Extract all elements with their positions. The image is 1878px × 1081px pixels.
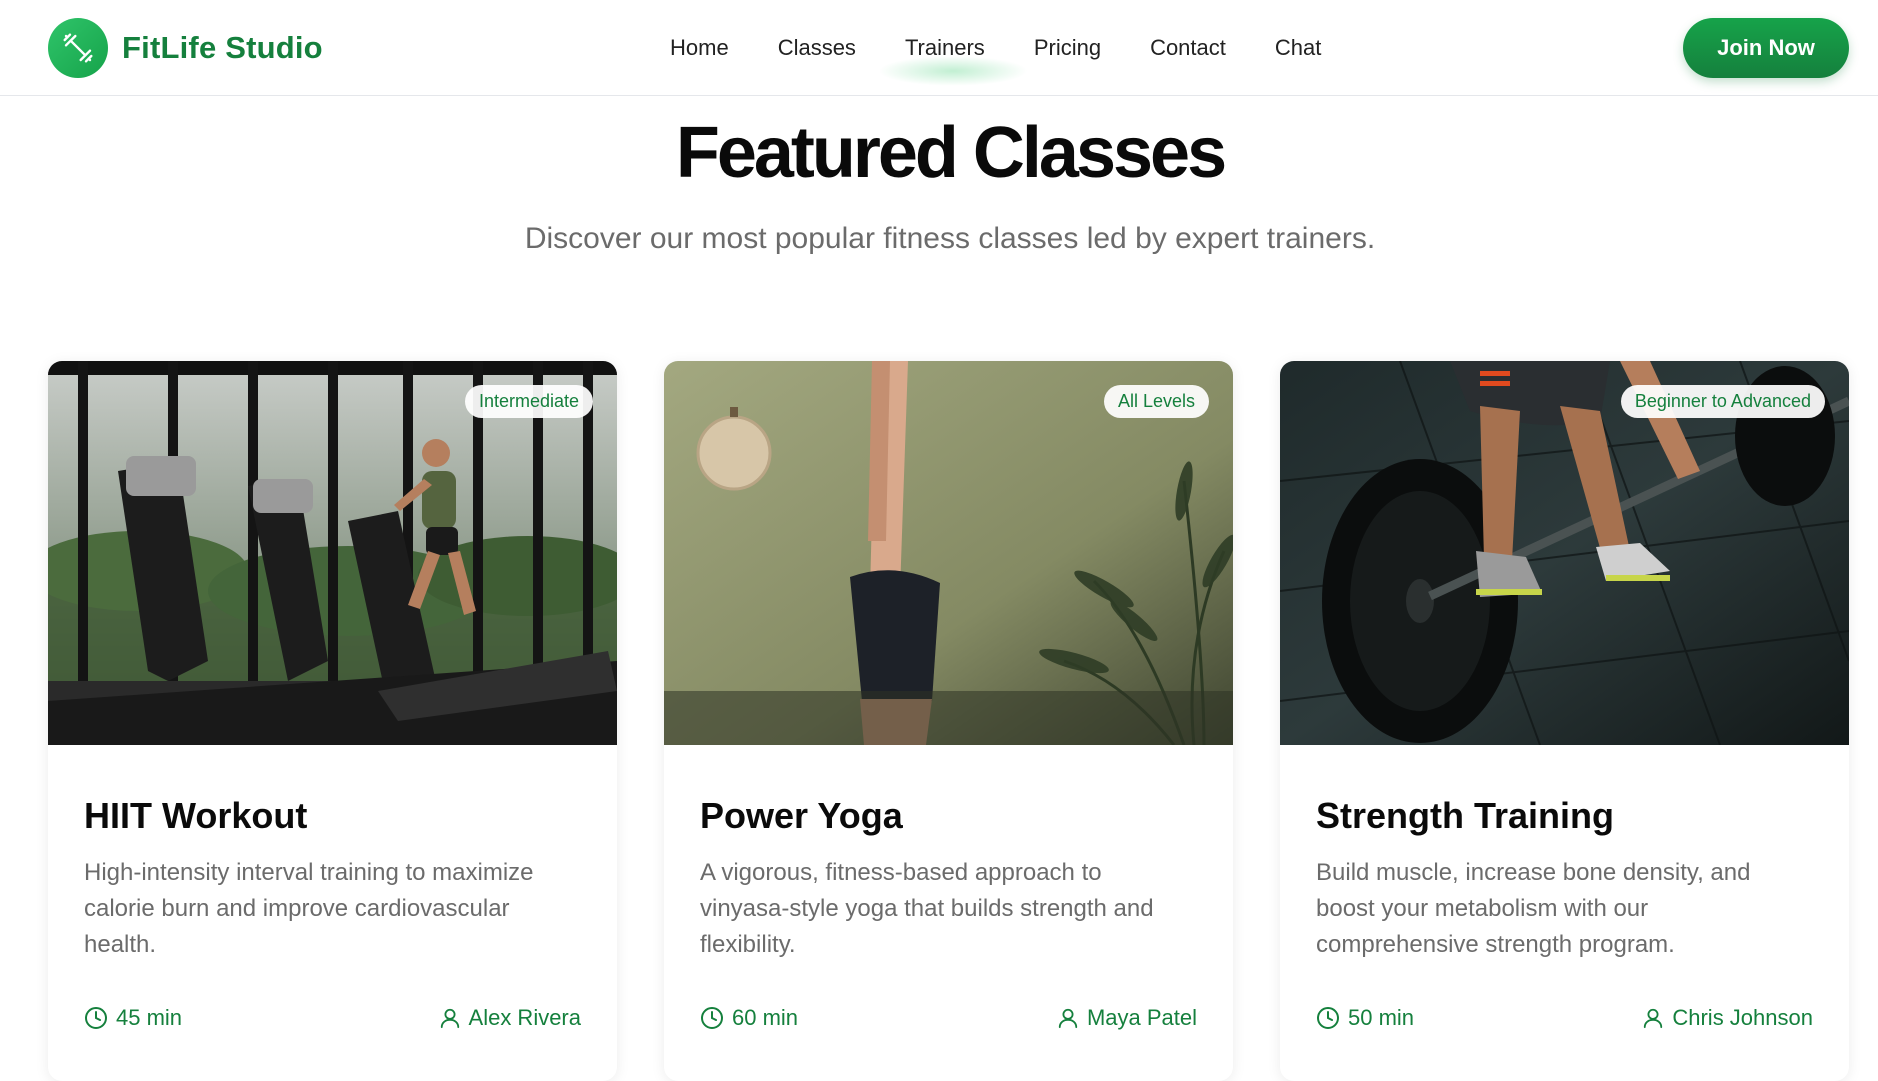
dumbbell-icon	[48, 18, 108, 78]
class-title: Strength Training	[1316, 795, 1615, 836]
level-badge: All Levels	[1103, 385, 1209, 418]
trainer-info: Chris Johnson	[1642, 1005, 1813, 1031]
nav-classes[interactable]: Classes	[778, 35, 856, 61]
class-duration: 50 min	[1348, 1005, 1415, 1030]
class-duration: 45 min	[116, 1005, 183, 1030]
site-header: FitLife Studio Home Classes Trainers Pri…	[0, 0, 1878, 96]
duration-info: 60 min	[700, 1005, 798, 1031]
card-body: Power Yoga A vigorous, fitness-based app…	[700, 745, 1197, 1031]
class-trainer: Alex Rivera	[468, 1005, 581, 1030]
brand-name: FitLife Studio	[122, 30, 323, 65]
nav-pricing[interactable]: Pricing	[1034, 35, 1101, 61]
duration-info: 45 min	[84, 1005, 182, 1031]
user-icon	[440, 1008, 459, 1029]
class-card-hiit[interactable]: Intermediate HIIT Workout High-intensity…	[48, 361, 617, 1081]
nav-trainers[interactable]: Trainers	[905, 35, 985, 61]
main-nav: Home Classes Trainers Pricing Contact Ch…	[670, 30, 1321, 66]
class-trainer: Maya Patel	[1086, 1005, 1197, 1030]
trainer-info: Maya Patel	[1057, 1005, 1197, 1031]
class-title: HIIT Workout	[84, 795, 308, 836]
class-meta: 50 min Chris Johnson	[1316, 1005, 1813, 1031]
class-card-yoga[interactable]: All Levels Power Yoga A vigorous, fitnes…	[664, 361, 1233, 1081]
nav-chat[interactable]: Chat	[1275, 35, 1321, 61]
nav-contact[interactable]: Contact	[1150, 35, 1226, 61]
level-badge: Intermediate	[464, 385, 593, 418]
class-description: Build muscle, increase bone density, and…	[1316, 859, 1751, 958]
headstand-yoga-photo: All Levels	[664, 361, 1233, 745]
card-body: Strength Training Build muscle, increase…	[1316, 745, 1813, 1031]
nav-home[interactable]: Home	[670, 35, 729, 61]
class-duration: 60 min	[732, 1005, 799, 1030]
class-trainer: Chris Johnson	[1672, 1005, 1813, 1030]
clock-icon	[85, 1007, 107, 1029]
class-title: Power Yoga	[700, 795, 903, 836]
section-subtitle: Discover our most popular fitness classe…	[524, 222, 1376, 255]
clock-icon	[701, 1007, 723, 1029]
user-icon	[1644, 1008, 1663, 1029]
class-meta: 60 min Maya Patel	[700, 1005, 1197, 1031]
card-body: HIIT Workout High-intensity interval tra…	[84, 745, 581, 1031]
barbell-deadlift-photo: Beginner to Advanced	[1280, 361, 1849, 745]
class-description: A vigorous, fitness-based approach to vi…	[700, 859, 1154, 958]
join-now-button[interactable]: Join Now	[1683, 18, 1849, 78]
user-icon	[1058, 1008, 1078, 1029]
section-title: Featured Classes	[675, 113, 1227, 193]
brand-logo-link[interactable]: FitLife Studio	[48, 18, 323, 78]
class-meta: 45 min Alex Rivera	[84, 1005, 581, 1031]
class-card-strength[interactable]: Beginner to Advanced Strength Training B…	[1280, 361, 1849, 1081]
class-description: High-intensity interval training to maxi…	[84, 859, 534, 958]
treadmill-gym-photo: Intermediate	[48, 361, 617, 745]
trainer-info: Alex Rivera	[439, 1005, 581, 1031]
clock-icon	[1317, 1007, 1339, 1029]
level-badge: Beginner to Advanced	[1620, 385, 1825, 418]
duration-info: 50 min	[1316, 1005, 1414, 1031]
